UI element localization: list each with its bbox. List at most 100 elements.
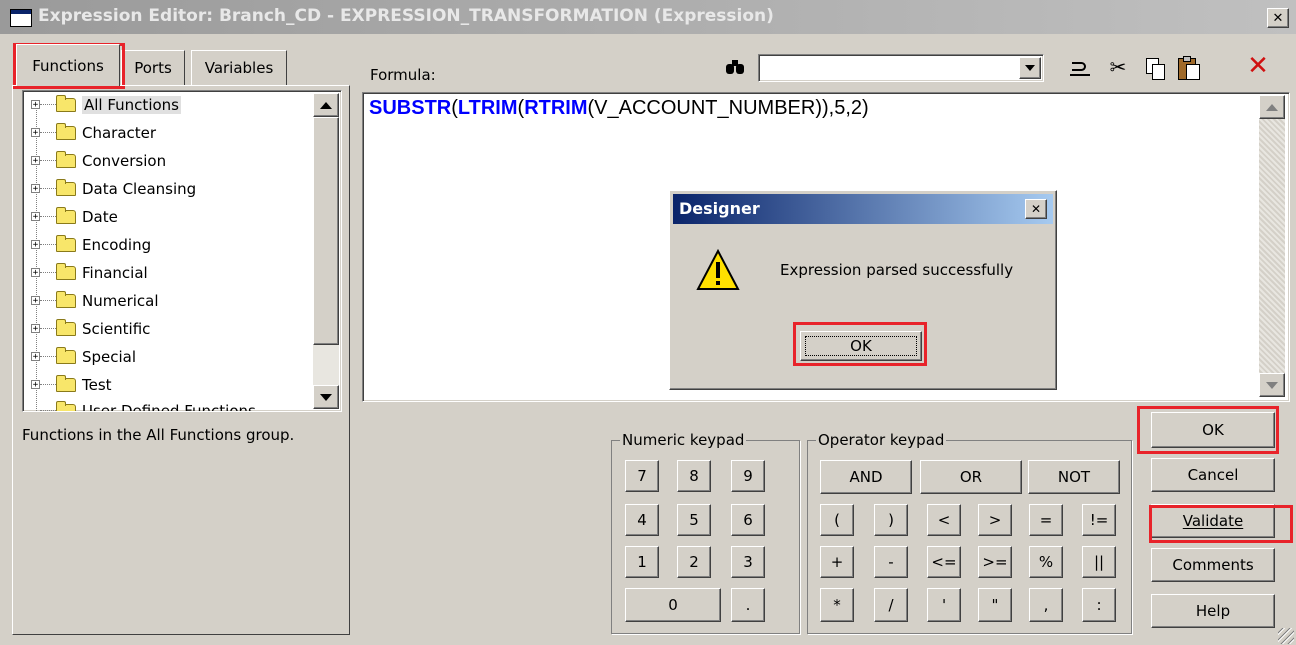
key-and[interactable]: AND (820, 460, 912, 494)
triangle-down-icon (320, 393, 332, 401)
tab-ports[interactable]: Ports (121, 50, 185, 85)
expand-icon[interactable]: + (31, 352, 40, 362)
cut-icon[interactable]: ✂ (1108, 54, 1128, 80)
key-colon[interactable]: : (1082, 588, 1116, 622)
tab-functions[interactable]: Functions (16, 44, 120, 86)
key-2[interactable]: 2 (677, 546, 711, 578)
key-single-quote[interactable]: ' (927, 588, 961, 622)
expand-icon[interactable]: + (31, 184, 40, 194)
folder-icon (56, 150, 76, 168)
expand-icon[interactable]: + (31, 128, 40, 138)
key-close-paren[interactable]: ) (874, 504, 908, 536)
scroll-up-button[interactable] (1259, 95, 1285, 119)
key-less-equal[interactable]: <= (927, 546, 961, 578)
expand-icon[interactable]: + (31, 380, 40, 390)
key-percent[interactable]: % (1029, 546, 1063, 578)
key-multiply[interactable]: * (820, 588, 854, 622)
key-greater-equal[interactable]: >= (978, 546, 1012, 578)
tree-item[interactable]: + Financial (31, 259, 148, 286)
key-7[interactable]: 7 (625, 460, 659, 492)
search-combobox[interactable] (758, 54, 1044, 82)
key-concat[interactable]: || (1082, 546, 1116, 578)
tree-item[interactable]: + Special (31, 343, 136, 370)
key-minus[interactable]: - (874, 546, 908, 578)
key-label: != (1089, 511, 1109, 529)
expand-icon[interactable]: + (31, 296, 40, 306)
resize-grip-icon[interactable] (1278, 628, 1294, 644)
help-button[interactable]: Help (1151, 594, 1275, 628)
expand-icon[interactable]: + (31, 212, 40, 222)
dialog-message: Expression parsed successfully (780, 261, 1014, 279)
key-divide[interactable]: / (874, 588, 908, 622)
key-not[interactable]: NOT (1028, 460, 1120, 494)
scroll-down-button[interactable] (313, 385, 339, 409)
scroll-thumb[interactable] (313, 117, 339, 345)
key-greater-than[interactable]: > (978, 504, 1012, 536)
key-5[interactable]: 5 (677, 504, 711, 536)
expand-icon[interactable]: + (31, 156, 40, 166)
key-label: 0 (668, 596, 678, 614)
key-double-quote[interactable]: " (978, 588, 1012, 622)
tree-item-label: Financial (82, 263, 148, 282)
scroll-up-button[interactable] (313, 93, 339, 117)
cancel-button[interactable]: Cancel (1151, 458, 1275, 492)
binoculars-icon[interactable] (725, 58, 747, 76)
key-label: NOT (1057, 468, 1091, 486)
dialog-ok-button[interactable]: OK (800, 331, 922, 361)
key-open-paren[interactable]: ( (820, 504, 854, 536)
key-or[interactable]: OR (920, 460, 1022, 494)
formula-scrollbar[interactable] (1259, 95, 1285, 397)
key-8[interactable]: 8 (677, 460, 711, 492)
tree-item[interactable]: + Data Cleansing (31, 175, 196, 202)
tab-variables[interactable]: Variables (191, 50, 287, 85)
key-equals[interactable]: = (1029, 504, 1063, 536)
title-bar[interactable]: Expression Editor: Branch_CD - EXPRESSIO… (0, 0, 1296, 34)
tree-item[interactable]: + All Functions (31, 91, 181, 118)
tree-item[interactable]: + Date (31, 203, 118, 230)
expand-icon[interactable]: + (31, 268, 40, 278)
key-3[interactable]: 3 (731, 546, 765, 578)
tree-item[interactable]: + Conversion (31, 147, 166, 174)
undo-icon[interactable] (1068, 56, 1092, 80)
key-0[interactable]: 0 (625, 588, 721, 622)
scroll-down-button[interactable] (1259, 373, 1285, 397)
tree-item[interactable]: + Numerical (31, 287, 159, 314)
key-1[interactable]: 1 (625, 546, 659, 578)
tree-item[interactable]: + Scientific (31, 315, 150, 342)
key-label: ' (941, 596, 947, 614)
copy-icon[interactable] (1144, 56, 1166, 80)
tree-item[interactable]: + Character (31, 119, 156, 146)
key-9[interactable]: 9 (731, 460, 765, 492)
key-comma[interactable]: , (1029, 588, 1063, 622)
tree-item[interactable]: + Encoding (31, 231, 151, 258)
delete-icon[interactable]: ✕ (1246, 52, 1270, 80)
dialog-close-button[interactable]: ✕ (1025, 199, 1047, 219)
validate-button[interactable]: Validate (1151, 504, 1275, 538)
expand-icon[interactable]: + (31, 240, 40, 250)
formula-text[interactable]: SUBSTR(LTRIM(RTRIM(V_ACCOUNT_NUMBER)),5,… (369, 97, 869, 120)
tree-item-label: Date (82, 207, 118, 226)
tree-scrollbar[interactable] (313, 93, 339, 409)
expand-icon[interactable]: + (31, 100, 40, 110)
key-plus[interactable]: + (820, 546, 854, 578)
ok-button[interactable]: OK (1151, 412, 1275, 448)
folder-icon (56, 206, 76, 224)
key-dot[interactable]: . (731, 588, 765, 622)
key-less-than[interactable]: < (927, 504, 961, 536)
dropdown-button[interactable] (1019, 57, 1041, 79)
key-label: 6 (743, 511, 753, 529)
expand-icon[interactable]: + (31, 324, 40, 334)
key-6[interactable]: 6 (731, 504, 765, 536)
paste-icon[interactable] (1176, 54, 1200, 80)
folder-icon (56, 94, 76, 112)
function-tree[interactable]: + All Functions + Character + Conversion… (22, 90, 342, 412)
window-close-button[interactable]: ✕ (1267, 8, 1289, 28)
key-not-equals[interactable]: != (1082, 504, 1116, 536)
tree-item-label: Special (82, 347, 137, 366)
key-label: , (1043, 596, 1049, 614)
tree-item[interactable]: User Defined Functions (31, 397, 256, 411)
tree-item[interactable]: + Test (31, 371, 112, 398)
dialog-title-bar[interactable]: Designer ✕ (673, 194, 1053, 224)
comments-button[interactable]: Comments (1151, 548, 1275, 582)
key-4[interactable]: 4 (625, 504, 659, 536)
